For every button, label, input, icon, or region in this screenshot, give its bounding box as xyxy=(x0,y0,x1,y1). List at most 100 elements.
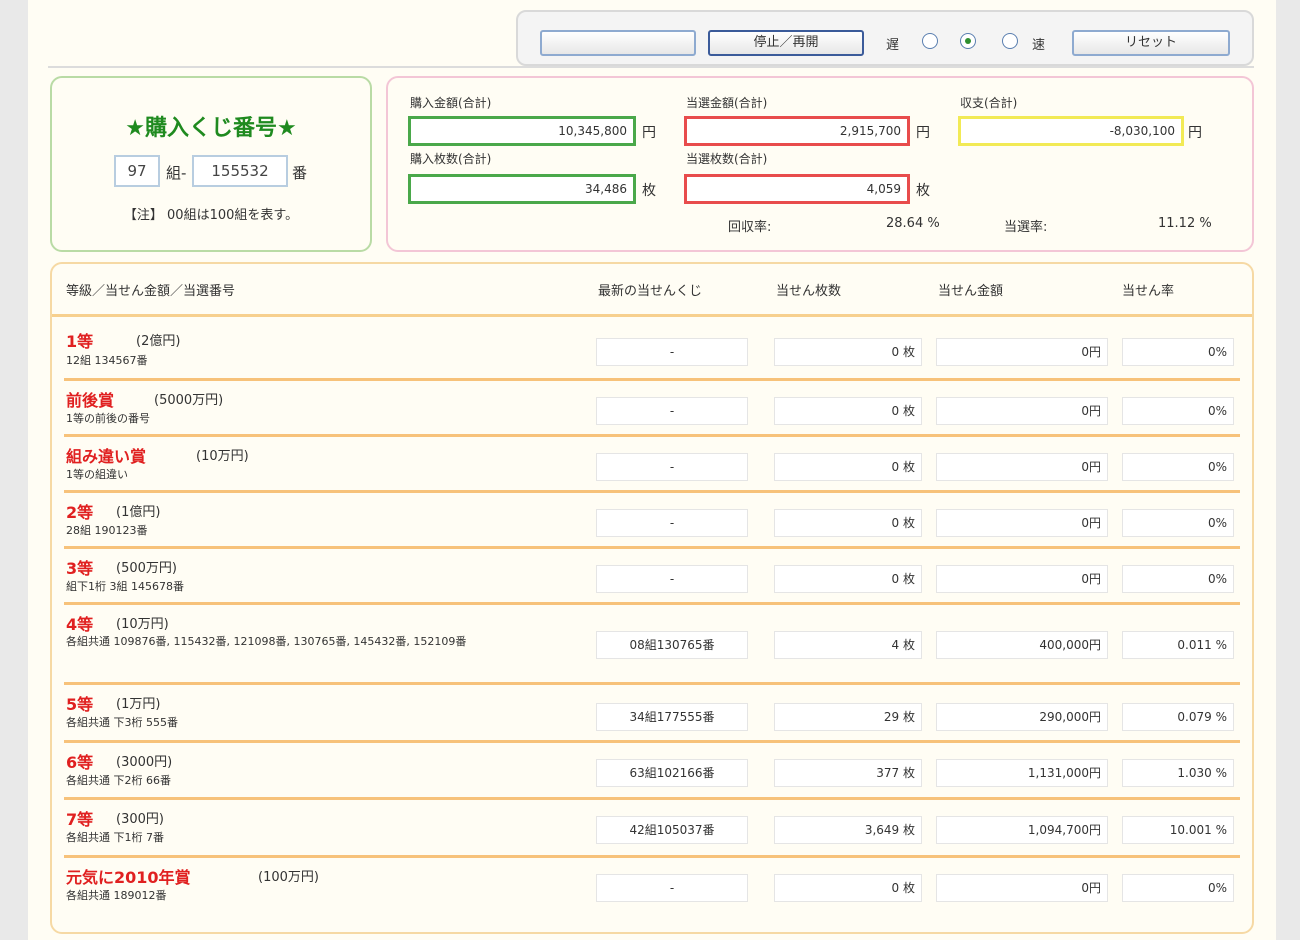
results-table: 等級／当せん金額／当選番号 最新の当せんくじ 当せん枚数 当せん金額 当せん率 … xyxy=(50,262,1254,934)
table-row: 3等 (500万円) 組下1桁 3組 145678番 - 0 枚 0円 0% xyxy=(64,549,1240,605)
purchase-number-panel: ★購入くじ番号★ 97 組- 155532 番 【注】 00組は100組を表す。 xyxy=(50,76,372,252)
yen-label: 円 xyxy=(1188,125,1202,141)
start-button[interactable] xyxy=(540,30,696,56)
header-count: 当せん枚数 xyxy=(776,284,842,299)
latest-winning-ticket: 63組102166番 xyxy=(596,759,748,787)
winning-rate: 0% xyxy=(1122,397,1234,425)
ticket-number-field[interactable]: 155532 xyxy=(192,155,288,187)
reset-button[interactable]: リセット xyxy=(1072,30,1230,56)
prize-amount: (10万円) xyxy=(116,617,169,632)
latest-winning-ticket: - xyxy=(596,453,748,481)
header-rate: 当せん率 xyxy=(1122,284,1175,299)
yen-label: 円 xyxy=(642,125,656,141)
winning-count: 0 枚 xyxy=(774,565,922,593)
speed-fast-radio[interactable] xyxy=(1002,33,1018,49)
recovery-rate-label: 回収率: xyxy=(728,220,772,235)
purchase-count-label: 購入枚数(合計) xyxy=(410,152,492,166)
purchase-number-title: ★購入くじ番号★ xyxy=(125,116,297,141)
prize-numbers: 各組共通 下3桁 555番 xyxy=(66,716,178,729)
number-unit-label: 番 xyxy=(292,164,308,182)
winning-count: 0 枚 xyxy=(774,509,922,537)
win-rate-value: 11.12 % xyxy=(1158,216,1212,231)
prize-numbers: 各組共通 下2桁 66番 xyxy=(66,774,171,787)
speed-fast-label: 速 xyxy=(1032,38,1046,53)
table-row: 7等 (300円) 各組共通 下1桁 7番 42組105037番 3,649 枚… xyxy=(64,800,1240,858)
winning-amount: 0円 xyxy=(936,565,1108,593)
latest-winning-ticket: 34組177555番 xyxy=(596,703,748,731)
balance-field: -8,030,100 xyxy=(958,116,1184,146)
winning-count: 0 枚 xyxy=(774,397,922,425)
speed-medium-radio[interactable] xyxy=(960,33,976,49)
prize-numbers: 12組 134567番 xyxy=(66,354,148,367)
winning-amount: 0円 xyxy=(936,338,1108,366)
prize-numbers: 各組共通 下1桁 7番 xyxy=(66,831,164,844)
header-amount: 当せん金額 xyxy=(938,284,1004,299)
prize-numbers: 28組 190123番 xyxy=(66,524,148,537)
prize-amount: (100万円) xyxy=(258,870,319,885)
prize-numbers: 各組共通 189012番 xyxy=(66,889,167,902)
table-row: 4等 (10万円) 各組共通 109876番, 115432番, 121098番… xyxy=(64,605,1240,685)
latest-winning-ticket: - xyxy=(596,509,748,537)
winning-count: 0 枚 xyxy=(774,338,922,366)
winning-amount-label: 当選金額(合計) xyxy=(686,96,768,110)
prize-numbers: 1等の組違い xyxy=(66,468,128,481)
page: 停止／再開 遅 速 リセット ★購入くじ番号★ 97 組- 155532 番 【… xyxy=(28,0,1276,940)
latest-winning-ticket: - xyxy=(596,565,748,593)
latest-winning-ticket: 08組130765番 xyxy=(596,631,748,659)
sheet-label: 枚 xyxy=(916,183,930,199)
sheet-label: 枚 xyxy=(642,183,656,199)
winning-rate: 0% xyxy=(1122,453,1234,481)
winning-amount: 0円 xyxy=(936,453,1108,481)
summary-panel: 購入金額(合計) 10,345,800 円 当選金額(合計) 2,915,700… xyxy=(386,76,1254,252)
header-latest: 最新の当せんくじ xyxy=(598,284,703,299)
win-rate-label: 当選率: xyxy=(1004,220,1048,235)
table-row: 元気に2010年賞 (100万円) 各組共通 189012番 - 0 枚 0円 … xyxy=(64,858,1240,914)
winning-count-label: 当選枚数(合計) xyxy=(686,152,768,166)
prize-name: 1等 xyxy=(66,332,94,351)
latest-winning-ticket: - xyxy=(596,397,748,425)
winning-rate: 0% xyxy=(1122,338,1234,366)
top-divider xyxy=(48,66,1254,68)
winning-amount: 400,000円 xyxy=(936,631,1108,659)
winning-amount-field: 2,915,700 xyxy=(684,116,910,146)
winning-amount: 0円 xyxy=(936,397,1108,425)
winning-count: 377 枚 xyxy=(774,759,922,787)
winning-amount: 1,094,700円 xyxy=(936,816,1108,844)
control-panel: 停止／再開 遅 速 リセット xyxy=(516,10,1254,66)
yen-label: 円 xyxy=(916,125,930,141)
prize-numbers: 1等の前後の番号 xyxy=(66,412,150,425)
header-prize: 等級／当せん金額／当選番号 xyxy=(66,284,236,299)
speed-slow-radio[interactable] xyxy=(922,33,938,49)
prize-amount: (5000万円) xyxy=(154,393,224,408)
latest-winning-ticket: - xyxy=(596,874,748,902)
prize-amount: (500万円) xyxy=(116,561,177,576)
winning-rate: 0.079 % xyxy=(1122,703,1234,731)
winning-rate: 1.030 % xyxy=(1122,759,1234,787)
winning-count: 0 枚 xyxy=(774,453,922,481)
table-row: 5等 (1万円) 各組共通 下3桁 555番 34組177555番 29 枚 2… xyxy=(64,685,1240,743)
group-unit-label: 組- xyxy=(166,164,187,182)
winning-rate: 0% xyxy=(1122,874,1234,902)
table-header: 等級／当せん金額／当選番号 最新の当せんくじ 当せん枚数 当せん金額 当せん率 xyxy=(52,264,1252,317)
speed-slow-label: 遅 xyxy=(886,38,900,53)
prize-numbers: 組下1桁 3組 145678番 xyxy=(66,580,184,593)
prize-amount: (1万円) xyxy=(116,697,161,712)
winning-rate: 0% xyxy=(1122,565,1234,593)
balance-label: 収支(合計) xyxy=(960,96,1018,110)
prize-amount: (2億円) xyxy=(136,334,181,349)
winning-rate: 10.001 % xyxy=(1122,816,1234,844)
table-row: 1等 (2億円) 12組 134567番 - 0 枚 0円 0% xyxy=(64,322,1240,381)
prize-amount: (10万円) xyxy=(196,449,249,464)
winning-count: 29 枚 xyxy=(774,703,922,731)
recovery-rate-value: 28.64 % xyxy=(886,216,940,231)
prize-amount: (1億円) xyxy=(116,505,161,520)
winning-amount: 0円 xyxy=(936,509,1108,537)
group-number-field[interactable]: 97 xyxy=(114,155,160,187)
winning-count: 3,649 枚 xyxy=(774,816,922,844)
prize-numbers: 各組共通 109876番, 115432番, 121098番, 130765番,… xyxy=(66,635,467,648)
pause-resume-button[interactable]: 停止／再開 xyxy=(708,30,864,56)
group-note: 【注】 00組は100組を表す。 xyxy=(123,208,299,223)
latest-winning-ticket: - xyxy=(596,338,748,366)
purchase-count-field: 34,486 xyxy=(408,174,636,204)
table-row: 6等 (3000円) 各組共通 下2桁 66番 63組102166番 377 枚… xyxy=(64,743,1240,800)
